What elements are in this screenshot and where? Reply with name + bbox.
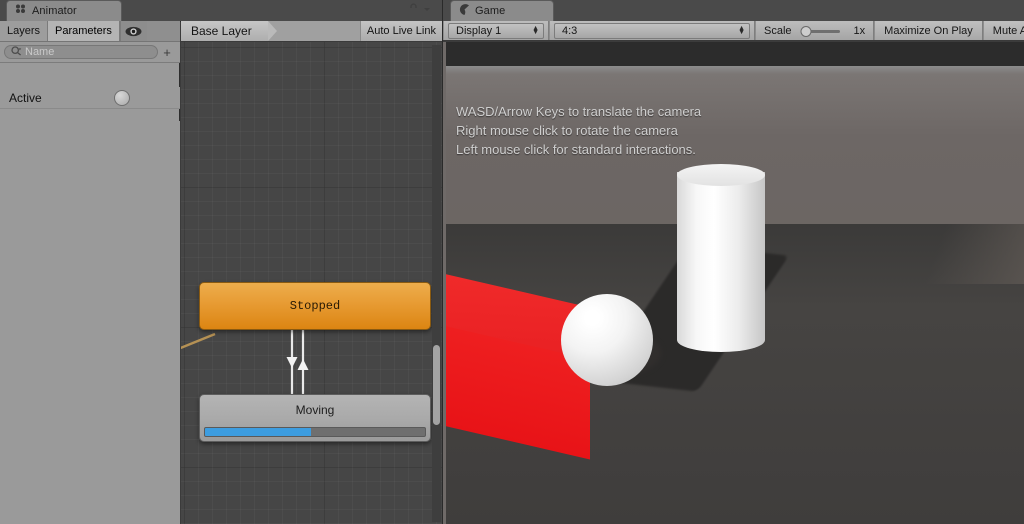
scene-object-sphere (561, 294, 653, 386)
scale-slider-group[interactable]: Scale 1x (755, 21, 875, 40)
aspect-dropdown-label: 4:3 (562, 24, 578, 37)
animator-panel: Animator Layers Parameters Name + Active… (0, 0, 442, 524)
animator-subtabs: Layers Parameters (0, 21, 180, 42)
parameters-empty-area (0, 121, 180, 524)
state-progress-track (204, 427, 426, 437)
subtab-layers[interactable]: Layers (0, 21, 49, 41)
scene-top-band (443, 42, 1024, 66)
tab-game-label: Game (475, 5, 506, 17)
mute-audio-button[interactable]: Mute A (982, 21, 1024, 40)
state-progress-fill (205, 428, 311, 436)
display-dropdown-wrap: Display 1 ▲ ▼ (443, 21, 549, 40)
graph-toolbar: Base Layer Auto Live Link (181, 21, 442, 42)
eye-icon[interactable] (119, 21, 147, 41)
game-icon (459, 4, 470, 18)
lock-icon[interactable] (408, 2, 419, 20)
unity-editor-window: Animator Layers Parameters Name + Active… (0, 0, 1024, 524)
transition-arrows[interactable] (285, 328, 313, 398)
cylinder-top-cap (677, 164, 765, 186)
game-panel: Game Display 1 ▲ ▼ 4:3 ▲ ▼ Scale 1x Maxi… (443, 0, 1024, 524)
auto-live-link-button[interactable]: Auto Live Link (359, 21, 442, 41)
graph-scrollbar-thumb[interactable] (433, 345, 440, 425)
parameter-name: Active (9, 90, 42, 105)
graph-vertical-scrollbar[interactable] (432, 45, 441, 522)
tab-animator[interactable]: Animator (6, 0, 122, 21)
display-dropdown[interactable]: Display 1 ▲ ▼ (448, 22, 544, 39)
breadcrumb-base-layer[interactable]: Base Layer (181, 21, 277, 41)
tab-game[interactable]: Game (450, 0, 554, 21)
parameter-bool-toggle[interactable] (114, 89, 130, 106)
scene-floor-highlight (904, 224, 1024, 284)
animator-panel-corner-controls (408, 2, 438, 20)
overlay-line-2: Right mouse click to rotate the camera (456, 123, 678, 138)
scale-slider[interactable] (798, 25, 848, 37)
overlay-line-1: WASD/Arrow Keys to translate the camera (456, 104, 702, 119)
subtab-parameters[interactable]: Parameters (48, 21, 120, 41)
tab-animator-label: Animator (32, 5, 77, 17)
entry-transition-line (181, 332, 216, 350)
camera-help-overlay: WASD/Arrow Keys to translate the camera … (456, 102, 701, 159)
animator-tabstrip: Animator (0, 0, 442, 22)
search-placeholder: Name (25, 46, 55, 58)
panel-menu-icon[interactable] (424, 2, 438, 20)
aspect-dropdown-wrap: 4:3 ▲ ▼ (549, 21, 755, 40)
state-machine-canvas[interactable]: Stopped Moving (181, 42, 442, 524)
display-dropdown-label: Display 1 (456, 24, 502, 37)
state-node-stopped[interactable]: Stopped (199, 282, 431, 330)
scale-label: Scale (764, 24, 792, 37)
chevron-updown-icon: ▲ ▼ (532, 24, 539, 36)
state-node-stopped-label: Stopped (289, 299, 341, 313)
chevron-updown-icon: ▲ ▼ (738, 24, 745, 36)
animator-icon (15, 4, 27, 18)
scale-value: 1x (853, 24, 866, 37)
add-parameter-button[interactable]: + (158, 44, 176, 60)
parameter-search-row: Name + (0, 42, 180, 63)
game-tabstrip: Game (443, 0, 1024, 22)
search-icon (11, 45, 22, 59)
maximize-on-play-button[interactable]: Maximize On Play (874, 21, 983, 40)
search-input[interactable]: Name (4, 45, 158, 59)
parameter-row-active[interactable]: Active (0, 87, 180, 109)
scene-object-cylinder (677, 164, 765, 360)
game-toolbar: Display 1 ▲ ▼ 4:3 ▲ ▼ Scale 1x Maximize … (443, 21, 1024, 41)
aspect-dropdown[interactable]: 4:3 ▲ ▼ (554, 22, 750, 39)
game-view-render[interactable]: WASD/Arrow Keys to translate the camera … (443, 42, 1024, 524)
overlay-line-3: Left mouse click for standard interactio… (456, 142, 696, 157)
state-node-moving-label: Moving (295, 403, 335, 417)
animator-parameters-pane: Layers Parameters Name + Active (0, 21, 180, 524)
state-node-moving[interactable]: Moving (199, 394, 431, 442)
animator-state-graph-pane: Base Layer Auto Live Link Stopped Moving (181, 21, 442, 524)
cylinder-body (677, 172, 765, 352)
game-view-left-edge (443, 42, 446, 524)
